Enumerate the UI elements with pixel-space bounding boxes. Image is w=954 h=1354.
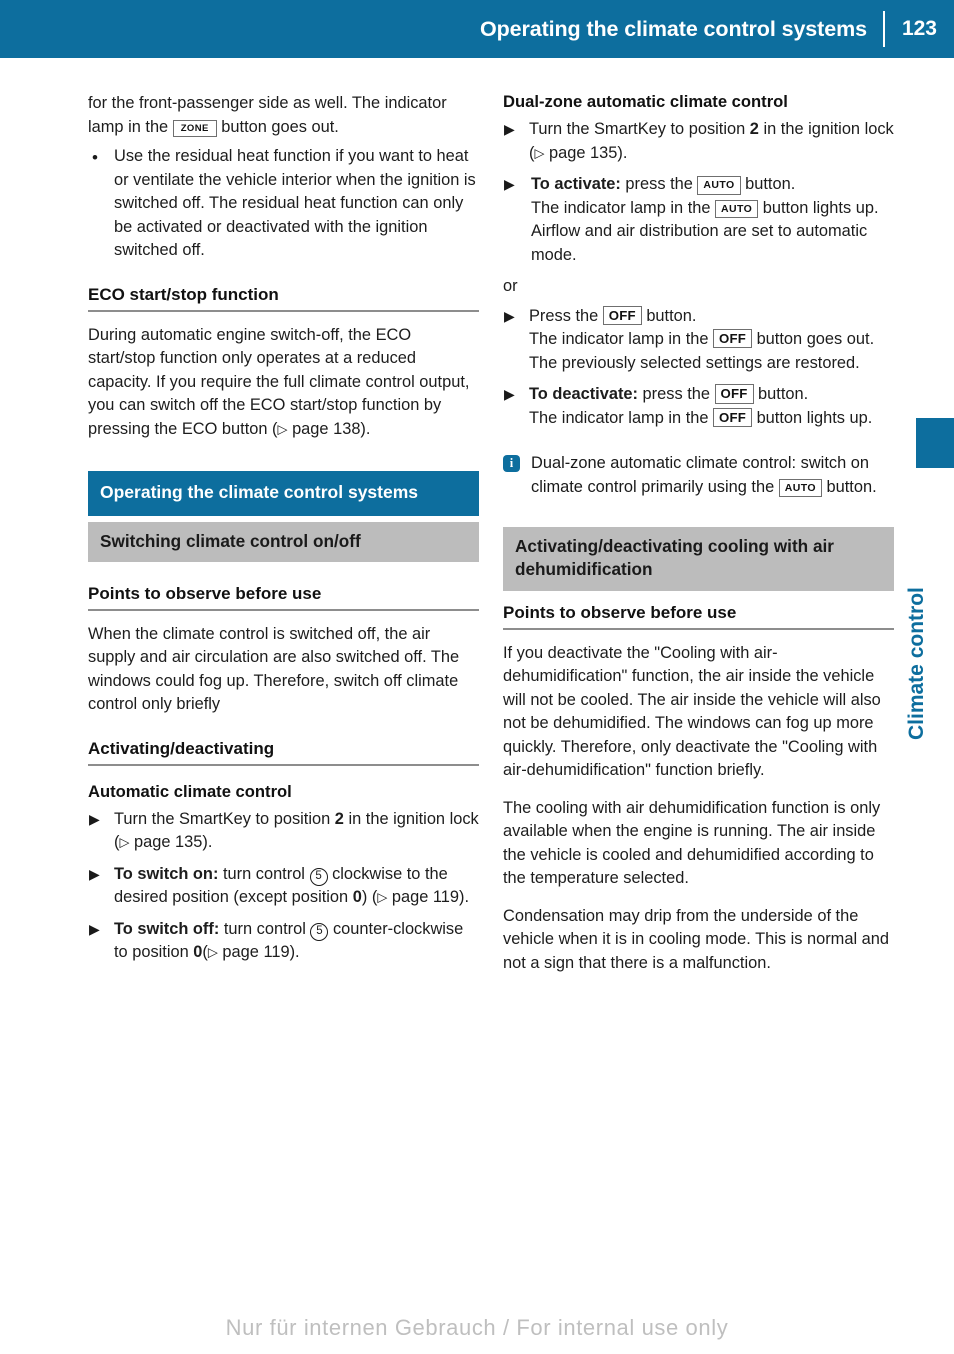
zone-button-icon: ZONE — [172, 119, 217, 138]
page-ref-triangle-icon: ▷ — [277, 421, 288, 437]
thumb-tab-marker — [916, 418, 954, 468]
off-button-icon: OFF — [713, 407, 753, 428]
subsection-heading-cooling: Activating/deactivating cooling with air… — [503, 527, 894, 591]
step-label: To switch on: — [114, 864, 219, 883]
continued-paragraph: for the front-passenger side as well. Th… — [88, 92, 479, 139]
step-text-part3: The indicator lamp in the — [529, 408, 714, 427]
activating-deactivating-heading: Activating/deactivating — [88, 739, 479, 766]
step-arrow-icon: ▶ — [89, 810, 100, 827]
eco-paragraph: During automatic engine switch-off, the … — [88, 324, 479, 442]
step-text-part2: button. — [641, 306, 697, 325]
step-page-ref: page 135). — [129, 833, 213, 852]
cooling-paragraph-1: If you deactivate the "Cooling with air-… — [503, 643, 881, 780]
off-button-icon: OFF — [714, 384, 754, 404]
right-column: Dual-zone automatic climate control ▶ Tu… — [503, 92, 894, 989]
step-position-value: 0 — [193, 943, 203, 962]
page-header-content: Operating the climate control systems 12… — [480, 0, 954, 58]
step-text-part3: The indicator lamp in the — [529, 330, 714, 349]
list-item: • Use the residual heat function if you … — [88, 145, 479, 263]
auto-button-icon: AUTO — [715, 199, 759, 219]
page-ref-triangle-icon: ▷ — [534, 145, 545, 161]
step-text-part1: turn control — [219, 919, 311, 938]
step-page-ref: page 119). — [387, 888, 470, 907]
page-header-bar: Operating the climate control systems 12… — [0, 0, 954, 58]
list-item: ▶ To switch on: turn control 5 clockwise… — [89, 864, 470, 907]
off-button-icon: OFF — [713, 329, 753, 349]
eco-heading: ECO start/stop function — [88, 285, 479, 312]
section-heading-operating: Operating the climate control systems — [88, 471, 479, 516]
list-item: ▶ Turn the SmartKey to position 2 in the… — [88, 808, 479, 855]
step-text-part1: press the — [620, 175, 698, 194]
off-button-icon: OFF — [602, 305, 642, 325]
step-arrow-icon: ▶ — [504, 121, 515, 137]
step-arrow-icon: ▶ — [504, 386, 515, 403]
step-position-value: 0 — [352, 888, 362, 907]
step-text-part1: Turn the SmartKey to position — [114, 809, 335, 828]
auto-button-icon: AUTO — [778, 478, 822, 498]
points-to-observe-heading: Points to observe before use — [503, 603, 894, 630]
step-text-part2: button. — [753, 385, 809, 404]
step-text-part1: Press the — [529, 306, 603, 325]
page-number: 123 — [901, 17, 937, 40]
list-item: ▶ Press the OFF button. The indicator lam… — [503, 305, 894, 376]
info-note: i Dual-zone automatic climate control: s… — [503, 452, 894, 499]
auto-button-icon: AUTO — [697, 176, 741, 195]
eco-page-ref: page 138). — [287, 419, 371, 438]
dual-zone-heading: Dual-zone automatic climate control — [503, 92, 788, 111]
list-item: ▶ To switch off: turn control 5 counter-… — [89, 919, 464, 962]
page-title: Operating the climate control systems — [479, 16, 867, 41]
thumb-tab-label: Climate control — [905, 587, 928, 740]
points-paragraph: When the climate control is switched off… — [88, 624, 460, 714]
page-ref-triangle-icon: ▷ — [207, 944, 218, 960]
automatic-climate-control-heading: Automatic climate control — [88, 781, 292, 801]
step-arrow-icon: ▶ — [89, 865, 100, 882]
step-text-part1: press the — [638, 385, 715, 404]
continued-paragraph-part2: button goes out. — [216, 117, 339, 136]
list-item: ▶ Turn the SmartKey to position 2 in the… — [503, 118, 894, 165]
cooling-paragraph-3: Condensation may drip from the underside… — [503, 906, 889, 972]
step-label: To switch off: — [114, 919, 220, 938]
step-page-ref: page 119). — [217, 943, 300, 962]
list-item-label: Use the residual heat function if you wa… — [114, 147, 476, 260]
step-text-part1: turn control — [218, 864, 310, 883]
page-ref-triangle-icon: ▷ — [119, 834, 130, 850]
list-item: ▶ To activate: press the AUTO button. The… — [503, 173, 894, 267]
step-arrow-icon: ▶ — [504, 176, 515, 193]
step-text-part2: button. — [740, 175, 796, 194]
control-5-icon: 5 — [309, 867, 328, 886]
step-arrow-icon: ▶ — [504, 307, 515, 324]
step-page-ref: page 135). — [544, 143, 628, 162]
points-to-observe-heading: Points to observe before use — [88, 584, 479, 611]
step-position-value: 2 — [334, 809, 344, 828]
page-ref-triangle-icon: ▷ — [377, 889, 388, 905]
info-note-part2: button. — [821, 477, 877, 496]
control-5-icon: 5 — [310, 922, 329, 941]
info-icon: i — [503, 455, 520, 473]
bullet-icon: • — [92, 148, 98, 168]
or-separator: or — [503, 277, 518, 296]
step-label: To activate: — [531, 175, 621, 194]
subsection-heading-switching: Switching climate control on/off — [88, 521, 479, 562]
footer-watermark: Nur für internen Gebrauch / For internal… — [225, 1315, 729, 1340]
left-column: for the front-passenger side as well. Th… — [88, 92, 479, 973]
step-text-part3: ) — [361, 888, 368, 907]
step-label: To deactivate: — [529, 385, 638, 404]
step-text-part4: button lights up. — [752, 408, 873, 427]
list-item: ▶ To deactivate: press the OFF button. Th… — [503, 383, 894, 430]
step-text-part3: The indicator lamp in the — [531, 198, 716, 217]
cooling-paragraph-2: The cooling with air dehumidification fu… — [503, 798, 881, 888]
step-arrow-icon: ▶ — [89, 920, 100, 937]
step-position-value: 2 — [749, 120, 759, 138]
step-text-part1: Turn the SmartKey to position — [529, 120, 750, 138]
